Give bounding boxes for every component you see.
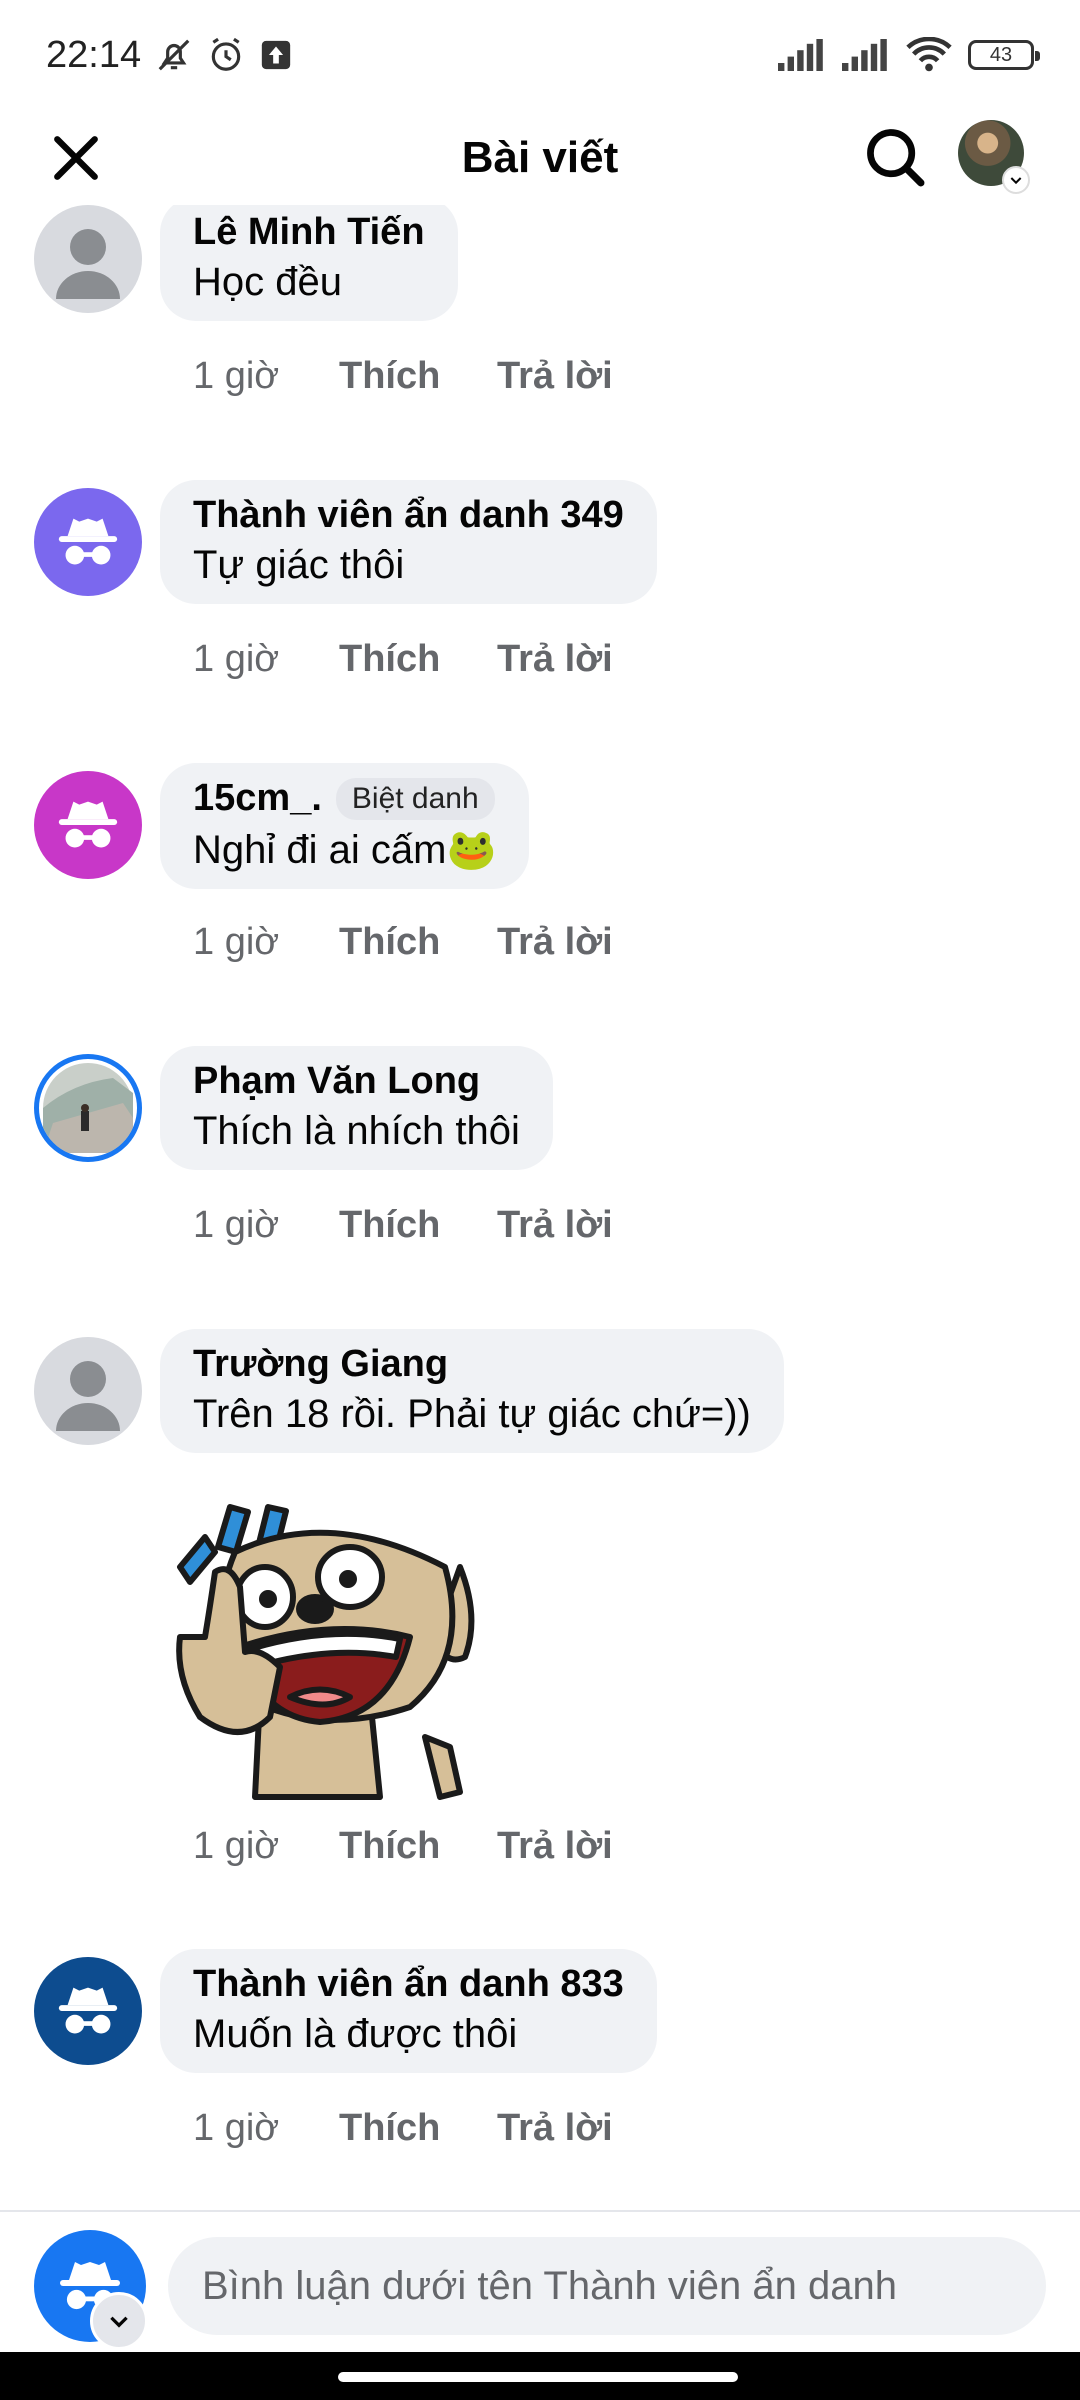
comment-author[interactable]: Thành viên ẩn danh 349 xyxy=(193,494,624,537)
anonymous-icon xyxy=(58,801,118,848)
search-icon xyxy=(867,129,925,187)
like-button[interactable]: Thích xyxy=(339,921,497,964)
reply-button[interactable]: Trả lời xyxy=(497,638,613,681)
comment-bubble[interactable]: Lê Minh Tiến Học đều xyxy=(160,205,458,321)
close-button[interactable] xyxy=(46,128,106,188)
comment-actions: 1 giờ Thích Trả lời xyxy=(193,355,613,398)
reply-button[interactable]: Trả lời xyxy=(497,921,613,964)
chevron-down-icon xyxy=(1002,166,1030,194)
anonymous-icon xyxy=(58,1987,118,2034)
avatar[interactable] xyxy=(34,1957,142,2065)
chevron-down-icon[interactable] xyxy=(90,2292,148,2350)
comment-actions: 1 giờ Thích Trả lời xyxy=(193,1204,613,1247)
comment-actions: 1 giờ Thích Trả lời xyxy=(193,2107,613,2150)
status-bar: 22:14 43 xyxy=(0,0,1080,110)
comment-sticker[interactable] xyxy=(160,1497,490,1807)
comment-author[interactable]: Trường Giang xyxy=(193,1343,751,1386)
comment-time: 1 giờ xyxy=(193,638,280,680)
avatar[interactable] xyxy=(34,1054,142,1162)
comment-author[interactable]: Lê Minh Tiến xyxy=(193,211,425,254)
nickname-badge: Biệt danh xyxy=(335,777,495,820)
bell-off-icon xyxy=(158,39,190,71)
status-icons-right: 43 xyxy=(778,37,1040,73)
like-button[interactable]: Thích xyxy=(339,355,497,398)
comment-time: 1 giờ xyxy=(193,355,280,397)
comment-actions: 1 giờ Thích Trả lời xyxy=(193,638,613,681)
status-icons-left xyxy=(155,36,293,74)
header: Bài viết xyxy=(0,110,1080,205)
comment-author[interactable]: Phạm Văn Long xyxy=(193,1060,520,1103)
avatar[interactable] xyxy=(34,1337,142,1445)
reply-button[interactable]: Trả lời xyxy=(497,1204,613,1247)
comment-bubble[interactable]: Thành viên ẩn danh 833 Muốn là được thôi xyxy=(160,1949,657,2073)
alarm-icon xyxy=(211,37,241,71)
comment-bubble[interactable]: 15cm_. Biệt danh Nghỉ đi ai cấm🐸 xyxy=(160,763,530,889)
avatar[interactable] xyxy=(34,771,142,879)
comment-bubble[interactable]: Trường Giang Trên 18 rồi. Phải tự giác c… xyxy=(160,1329,784,1453)
status-time: 22:14 xyxy=(46,33,142,76)
profile-switcher-button[interactable] xyxy=(958,120,1030,194)
comment-actions: 1 giờ Thích Trả lời xyxy=(193,921,613,964)
battery-icon: 43 xyxy=(968,40,1040,70)
comment-bubble[interactable]: Phạm Văn Long Thích là nhích thôi xyxy=(160,1046,553,1170)
avatar[interactable] xyxy=(34,488,142,596)
comment-composer xyxy=(0,2212,1080,2352)
comment-actions: 1 giờ Thích Trả lời xyxy=(193,1825,613,1868)
close-icon xyxy=(54,136,98,180)
avatar[interactable] xyxy=(34,205,142,313)
comment-text: Thích là nhích thôi xyxy=(193,1109,520,1153)
comment-time: 1 giờ xyxy=(193,921,280,963)
like-button[interactable]: Thích xyxy=(339,1825,497,1868)
comment-text: Nghỉ đi ai cấm🐸 xyxy=(193,828,497,872)
signal-icon xyxy=(842,39,887,71)
signal-icon xyxy=(778,39,823,71)
default-user-icon xyxy=(56,229,120,299)
system-nav-bar xyxy=(0,2352,1080,2400)
comment-text: Muốn là được thôi xyxy=(193,2012,518,2056)
profile-photo xyxy=(43,1063,133,1153)
comment-time: 1 giờ xyxy=(193,2107,280,2149)
battery-level: 43 xyxy=(989,43,1013,66)
reply-button[interactable]: Trả lời xyxy=(497,2107,613,2150)
comment-bubble[interactable]: Thành viên ẩn danh 349 Tự giác thôi xyxy=(160,480,657,604)
comment-time: 1 giờ xyxy=(193,1204,280,1246)
comment-time: 1 giờ xyxy=(193,1825,280,1867)
comment-text: Học đều xyxy=(193,260,342,304)
like-button[interactable]: Thích xyxy=(339,1204,497,1247)
comment-author[interactable]: 15cm_. Biệt danh xyxy=(193,777,496,820)
like-button[interactable]: Thích xyxy=(339,638,497,681)
wifi-icon xyxy=(906,37,952,72)
upload-icon xyxy=(261,40,291,70)
like-button[interactable]: Thích xyxy=(339,2107,497,2150)
thumbs-up-dog-sticker xyxy=(176,1504,475,1800)
comment-list: Lê Minh Tiến Học đều 1 giờ Thích Trả lời… xyxy=(0,205,1080,2210)
comment-author[interactable]: Thành viên ẩn danh 833 xyxy=(193,1963,624,2006)
comment-input[interactable] xyxy=(168,2237,1046,2335)
anonymous-icon xyxy=(58,518,118,565)
comment-text: Tự giác thôi xyxy=(193,543,405,587)
comment-text: Trên 18 rồi. Phải tự giác chứ=)) xyxy=(193,1392,751,1436)
home-indicator[interactable] xyxy=(338,2372,738,2382)
search-button[interactable] xyxy=(860,122,930,192)
reply-button[interactable]: Trả lời xyxy=(497,355,613,398)
default-user-icon xyxy=(56,1361,120,1431)
reply-button[interactable]: Trả lời xyxy=(497,1825,613,1868)
